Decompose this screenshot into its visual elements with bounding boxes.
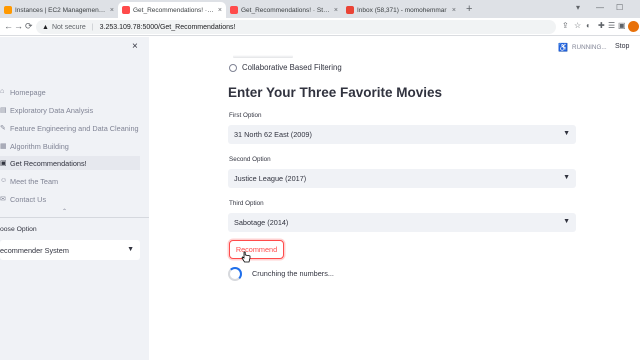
people-icon: ☺: [0, 176, 8, 184]
sidebar-item-label: Get Recommendations!: [10, 158, 87, 168]
main-content: ♿ RUNNING... Stop Collaborative Based Fi…: [149, 37, 640, 360]
second-option-label: Second Option: [229, 156, 271, 163]
browser-tab-gmail[interactable]: Inbox (58,371) - momohemmar ×: [342, 2, 460, 18]
tab-title: Instances | EC2 Management Co: [15, 6, 107, 14]
streamlit-favicon-icon: [122, 6, 130, 14]
tools-icon: ✎: [0, 124, 6, 132]
sidebar-close-icon[interactable]: ×: [132, 41, 138, 52]
puzzle-icon[interactable]: ✚: [598, 21, 605, 30]
warning-icon: ▲: [42, 23, 49, 31]
dropdown-caret-icon: ▼: [127, 246, 134, 253]
dropdown-caret-icon: ▼: [563, 130, 570, 137]
back-icon[interactable]: ←: [4, 21, 13, 31]
choose-option-value: ecommender System: [0, 245, 69, 255]
sidebar-item-label: Algorithm Building: [10, 141, 69, 151]
sidebar-item-label: Contact Us: [10, 194, 47, 204]
bookmark-star-icon[interactable]: ☆: [574, 21, 581, 30]
sidebar-item-label: Feature Engineering and Data Cleaning: [10, 123, 139, 133]
share-icon[interactable]: ⇪: [562, 21, 569, 30]
dropdown-caret-icon: ▼: [563, 174, 570, 181]
running-person-icon: ♿: [558, 43, 568, 52]
sidebar-divider: [0, 217, 149, 218]
minimize-icon[interactable]: —: [596, 3, 604, 12]
recommend-button[interactable]: Recommend: [229, 240, 284, 259]
sidebar-item-eda[interactable]: ▤ Exploratory Data Analysis: [0, 103, 140, 117]
sidebar-item-meet-the-team[interactable]: ☺ Meet the Team: [0, 174, 140, 188]
loading-text: Crunching the numbers...: [252, 269, 334, 278]
first-option-value: 31 North 62 East (2009): [234, 130, 312, 139]
url-text: 3.253.109.78:5000/Get_Recommendations!: [99, 23, 236, 31]
choose-option-label: oose Option: [0, 226, 37, 233]
gmail-favicon-icon: [346, 6, 354, 14]
forward-icon[interactable]: →: [14, 21, 23, 31]
sidebar-item-label: Homepage: [10, 87, 46, 97]
mail-icon: ✉: [0, 195, 6, 203]
maximize-icon[interactable]: ☐: [616, 3, 623, 12]
choose-option-select[interactable]: ecommender System ▼: [0, 240, 140, 260]
sidebar-item-label: Exploratory Data Analysis: [10, 105, 94, 115]
second-option-value: Justice League (2017): [234, 174, 307, 183]
streamlit-favicon-icon: [230, 6, 238, 14]
reload-icon[interactable]: ⟳: [25, 21, 33, 32]
stop-button[interactable]: Stop: [615, 43, 629, 50]
sidebar-item-label: Meet the Team: [10, 176, 59, 186]
tab-close-icon[interactable]: ×: [110, 7, 114, 14]
sidebar: × ⌂ Homepage ▤ Exploratory Data Analysis…: [0, 37, 149, 360]
radio-label: Collaborative Based Filtering: [242, 63, 342, 72]
browser-toolbar: ← → ⟳ ▲ Not secure | 3.253.109.78:5000/G…: [0, 18, 640, 36]
hand-pointer-cursor-icon: [241, 251, 251, 263]
extension-icon[interactable]: ◐: [586, 21, 591, 30]
profile-avatar[interactable]: [628, 21, 639, 32]
new-tab-button[interactable]: +: [466, 3, 472, 15]
chart-icon: ▤: [0, 106, 7, 114]
tab-close-icon[interactable]: ×: [452, 7, 456, 14]
sidebar-item-homepage[interactable]: ⌂ Homepage: [0, 85, 140, 99]
third-option-label: Third Option: [229, 200, 264, 207]
browser-tab-bar: Instances | EC2 Management Co × Get_Reco…: [0, 0, 640, 18]
browser-tab-recommendations-active[interactable]: Get_Recommendations! · Stream ×: [118, 2, 226, 18]
browser-tab-ec2[interactable]: Instances | EC2 Management Co ×: [0, 2, 118, 18]
radio-circle-icon[interactable]: [229, 63, 237, 72]
radio-collaborative-filtering[interactable]: Collaborative Based Filtering: [229, 63, 342, 72]
second-option-select[interactable]: Justice League (2017) ▼: [228, 169, 576, 188]
radio-option-cut-off: [233, 55, 293, 58]
page-title: Enter Your Three Favorite Movies: [228, 85, 443, 100]
address-bar[interactable]: ▲ Not secure | 3.253.109.78:5000/Get_Rec…: [36, 20, 556, 34]
aws-favicon-icon: [4, 6, 12, 14]
third-option-select[interactable]: Sabotage (2014) ▼: [228, 213, 576, 232]
url-separator: |: [91, 23, 94, 31]
tab-search-icon[interactable]: ▾: [576, 3, 580, 12]
not-secure-label: Not secure: [51, 23, 86, 31]
side-panel-icon[interactable]: ▣: [618, 21, 626, 30]
tab-close-icon[interactable]: ×: [334, 7, 338, 14]
sidebar-item-contact-us[interactable]: ✉ Contact Us: [0, 192, 140, 206]
tab-title: Get_Recommendations! · Stream: [133, 6, 215, 14]
building-icon: ▦: [0, 142, 7, 150]
running-status: ♿ RUNNING...: [558, 43, 607, 52]
tab-title: Inbox (58,371) - momohemmar: [357, 6, 447, 14]
house-icon: ⌂: [0, 87, 5, 95]
third-option-value: Sabotage (2014): [234, 218, 289, 227]
first-option-label: First Option: [229, 112, 262, 119]
sidebar-item-algorithm-building[interactable]: ▦ Algorithm Building: [0, 139, 140, 153]
sidebar-item-feature-engineering[interactable]: ✎ Feature Engineering and Data Cleaning: [0, 121, 140, 135]
loading-spinner-icon: [228, 267, 242, 281]
reading-list-icon[interactable]: ☰: [608, 21, 615, 30]
first-option-select[interactable]: 31 North 62 East (2009) ▼: [228, 125, 576, 144]
tab-title: Get_Recommendations! · Stream: [241, 6, 331, 14]
sidebar-item-get-recommendations[interactable]: ▣ Get Recommendations!: [0, 156, 140, 170]
tab-close-icon[interactable]: ×: [218, 7, 222, 14]
dropdown-caret-icon: ▼: [563, 218, 570, 225]
film-icon: ▣: [0, 159, 7, 167]
running-text: RUNNING...: [571, 44, 607, 51]
browser-tab-recommendations[interactable]: Get_Recommendations! · Stream ×: [226, 2, 342, 18]
collapse-nav-icon[interactable]: ⌃: [62, 208, 67, 215]
